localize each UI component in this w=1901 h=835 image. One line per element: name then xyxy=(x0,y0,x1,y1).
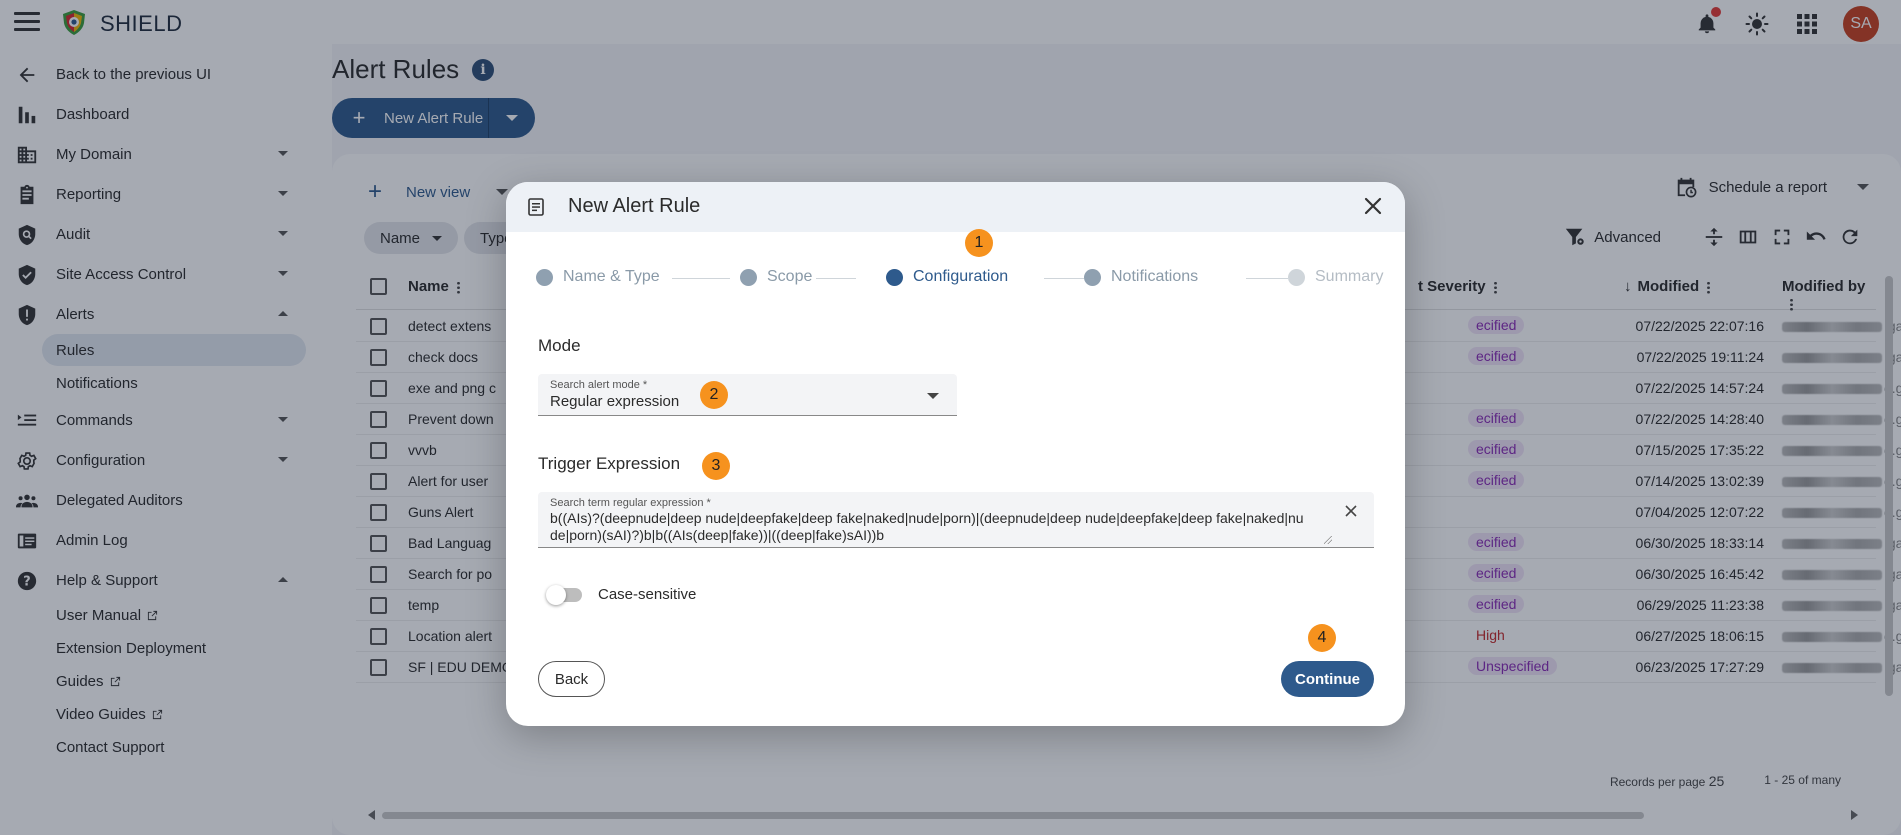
step-configuration[interactable]: Configuration xyxy=(886,268,1008,286)
step-connector xyxy=(672,278,730,279)
step-label: Notifications xyxy=(1111,268,1199,285)
step-badge-1: 1 xyxy=(965,229,993,257)
chevron-down-icon xyxy=(927,393,939,399)
step-dot xyxy=(886,268,903,286)
case-sensitive-label: Case-sensitive xyxy=(598,586,697,603)
stepper: Name & Type Scope Configuration Notifica… xyxy=(536,268,1383,290)
step-dot xyxy=(536,268,553,286)
clear-icon[interactable] xyxy=(1344,504,1358,518)
field-value: Regular expression xyxy=(550,393,680,410)
field-value[interactable]: b((AIs)?(deepnude|deep nude|deepfake|dee… xyxy=(550,510,1310,544)
step-connector xyxy=(1044,278,1084,279)
back-button[interactable]: Back xyxy=(538,661,605,697)
dialog-title: New Alert Rule xyxy=(568,195,701,217)
document-icon xyxy=(528,198,544,216)
alert-mode-select[interactable]: Search alert mode * Regular expression xyxy=(538,374,957,416)
field-label: Search term regular expression * xyxy=(550,497,711,509)
step-dot xyxy=(1084,268,1101,286)
toggle-knob xyxy=(546,585,566,605)
step-summary: Summary xyxy=(1288,268,1383,286)
step-notifications[interactable]: Notifications xyxy=(1084,268,1198,286)
mode-section-label: Mode xyxy=(538,336,581,355)
step-connector xyxy=(816,278,856,279)
new-alert-rule-dialog: New Alert Rule Name & Type Scope Configu… xyxy=(506,182,1405,726)
resize-handle-icon[interactable] xyxy=(1324,536,1332,544)
continue-button[interactable]: Continue xyxy=(1281,661,1374,697)
step-dot xyxy=(1288,268,1305,286)
step-badge-2: 2 xyxy=(700,381,728,409)
step-name-type[interactable]: Name & Type xyxy=(536,268,660,286)
step-badge-4: 4 xyxy=(1308,624,1336,652)
dialog-header: New Alert Rule xyxy=(506,182,1405,232)
case-sensitive-toggle[interactable] xyxy=(546,585,582,605)
field-label: Search alert mode * xyxy=(550,379,648,391)
trigger-section-label: Trigger Expression xyxy=(538,454,681,473)
step-badge-3: 3 xyxy=(702,452,730,480)
step-label: Summary xyxy=(1315,268,1384,285)
regex-expression-input[interactable]: Search term regular expression * b((AIs)… xyxy=(538,492,1374,548)
step-scope[interactable]: Scope xyxy=(740,268,812,286)
step-label: Name & Type xyxy=(563,268,660,285)
step-dot xyxy=(740,268,757,286)
close-icon[interactable] xyxy=(1363,196,1383,216)
step-label: Scope xyxy=(767,268,813,285)
step-connector xyxy=(1246,278,1288,279)
step-label: Configuration xyxy=(913,268,1009,285)
